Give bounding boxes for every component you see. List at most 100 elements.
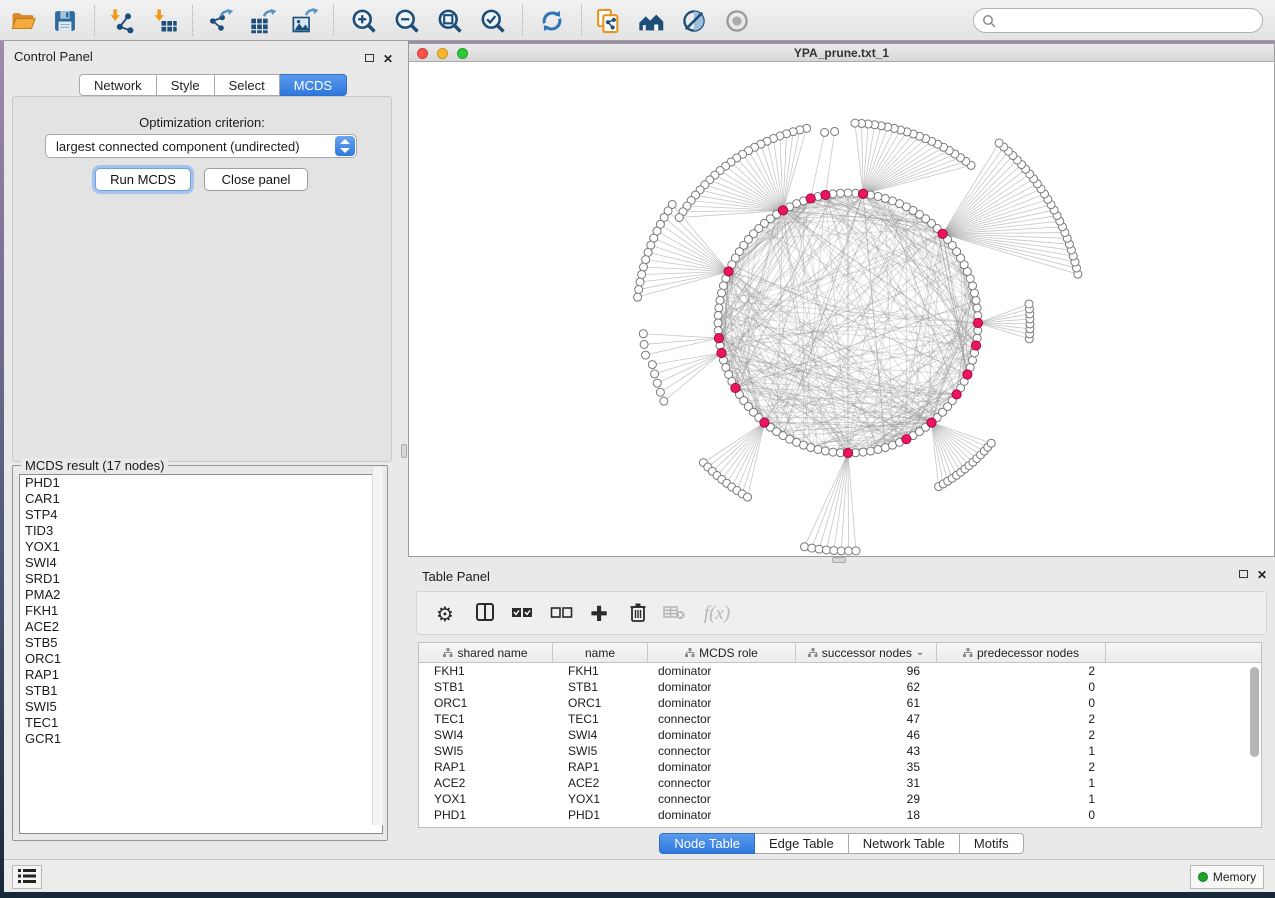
run-mcds-button[interactable]: Run MCDS xyxy=(95,168,191,191)
clone-network-button[interactable] xyxy=(593,6,623,36)
network-mcds-node[interactable] xyxy=(731,383,740,392)
network-leaf-node[interactable] xyxy=(651,370,659,378)
delete-column-button[interactable] xyxy=(622,598,654,630)
table-row[interactable]: SWI5SWI5connector431 xyxy=(419,743,1261,759)
zoom-out-button[interactable] xyxy=(392,6,422,36)
vertical-splitter[interactable] xyxy=(400,41,408,859)
network-leaf-node[interactable] xyxy=(642,256,650,264)
mcds-result-item[interactable]: FKH1 xyxy=(20,603,382,619)
select-all-button[interactable] xyxy=(507,598,539,630)
tab-node-table[interactable]: Node Table xyxy=(659,833,755,854)
network-node[interactable] xyxy=(836,189,844,197)
table-scrollbar[interactable] xyxy=(1250,667,1259,757)
export-network-button[interactable] xyxy=(206,6,236,36)
network-node[interactable] xyxy=(881,194,889,202)
tab-select[interactable]: Select xyxy=(215,74,280,96)
network-leaf-node[interactable] xyxy=(648,361,656,369)
network-leaf-node[interactable] xyxy=(638,270,646,278)
mcds-result-item[interactable]: PMA2 xyxy=(20,587,382,603)
import-network-button[interactable] xyxy=(106,6,136,36)
refresh-view-button[interactable] xyxy=(537,6,567,36)
column-header-shared-name[interactable]: shared name xyxy=(419,643,553,662)
float-panel-button[interactable] xyxy=(362,51,376,64)
network-leaf-node[interactable] xyxy=(660,397,668,405)
network-mcds-node[interactable] xyxy=(858,189,867,198)
network-node[interactable] xyxy=(859,448,867,456)
mcds-result-item[interactable]: ACE2 xyxy=(20,619,382,635)
network-leaf-node[interactable] xyxy=(1025,300,1033,308)
network-mcds-node[interactable] xyxy=(778,206,787,215)
mcds-result-item[interactable]: GCR1 xyxy=(20,731,382,747)
import-table-button[interactable] xyxy=(150,6,180,36)
memory-button[interactable]: Memory xyxy=(1190,865,1264,889)
network-node[interactable] xyxy=(970,289,978,297)
zoom-fit-button[interactable] xyxy=(435,6,465,36)
table-row[interactable]: YOX1YOX1connector291 xyxy=(419,791,1261,807)
table-row[interactable]: ORC1ORC1dominator610 xyxy=(419,695,1261,711)
network-node[interactable] xyxy=(829,448,837,456)
tab-network-table[interactable]: Network Table xyxy=(849,833,960,854)
mcds-result-item[interactable]: STB5 xyxy=(20,635,382,651)
network-leaf-node[interactable] xyxy=(837,547,845,555)
table-row[interactable]: PHD1PHD1dominator180 xyxy=(419,807,1261,823)
hide-graphics-details-button[interactable] xyxy=(679,6,709,36)
criterion-select[interactable]: largest connected component (undirected) xyxy=(45,134,357,158)
network-mcds-node[interactable] xyxy=(760,418,769,427)
open-file-button[interactable] xyxy=(8,6,38,36)
network-leaf-node[interactable] xyxy=(800,543,808,551)
table-row[interactable]: FKH1FKH1dominator962 xyxy=(419,663,1261,679)
mcds-result-item[interactable]: TID3 xyxy=(20,523,382,539)
network-mcds-node[interactable] xyxy=(938,229,947,238)
network-node[interactable] xyxy=(715,304,723,312)
mcds-result-item[interactable]: CAR1 xyxy=(20,491,382,507)
tab-network[interactable]: Network xyxy=(79,74,157,96)
column-header-successor-nodes[interactable]: successor nodes⌄ xyxy=(796,643,937,662)
network-node[interactable] xyxy=(807,444,815,452)
mcds-result-item[interactable]: SWI4 xyxy=(20,555,382,571)
network-canvas[interactable] xyxy=(409,62,1274,556)
mcds-result-item[interactable]: SRD1 xyxy=(20,571,382,587)
mcds-result-item[interactable]: PHD1 xyxy=(20,475,382,491)
show-columns-button[interactable] xyxy=(469,598,501,630)
network-leaf-node[interactable] xyxy=(644,248,652,256)
close-panel-button[interactable]: ✕ xyxy=(381,51,395,64)
network-mcds-node[interactable] xyxy=(927,418,936,427)
network-leaf-node[interactable] xyxy=(639,330,647,338)
table-row[interactable]: TEC1TEC1connector472 xyxy=(419,711,1261,727)
network-leaf-node[interactable] xyxy=(815,545,823,553)
tab-motifs[interactable]: Motifs xyxy=(960,833,1024,854)
column-header-name[interactable]: name xyxy=(553,643,648,662)
network-leaf-node[interactable] xyxy=(640,263,648,271)
column-header-predecessor-nodes[interactable]: predecessor nodes xyxy=(937,643,1106,662)
mcds-result-item[interactable]: SWI5 xyxy=(20,699,382,715)
network-node[interactable] xyxy=(969,356,977,364)
network-leaf-node[interactable] xyxy=(656,388,664,396)
network-node[interactable] xyxy=(874,445,882,453)
mcds-result-item[interactable]: STP4 xyxy=(20,507,382,523)
network-mcds-node[interactable] xyxy=(821,190,830,199)
close-table-panel-button[interactable]: ✕ xyxy=(1255,567,1269,580)
table-settings-button[interactable]: ⚙ xyxy=(429,598,461,630)
mcds-result-item[interactable]: ORC1 xyxy=(20,651,382,667)
splitter-handle[interactable] xyxy=(401,444,407,458)
network-leaf-node[interactable] xyxy=(636,278,644,286)
network-node[interactable] xyxy=(719,282,727,290)
network-leaf-node[interactable] xyxy=(634,293,642,301)
table-row[interactable]: SWI4SWI4dominator462 xyxy=(419,727,1261,743)
first-neighbors-button[interactable] xyxy=(636,6,666,36)
table-row[interactable]: RAP1RAP1dominator352 xyxy=(419,759,1261,775)
mcds-result-item[interactable]: STB1 xyxy=(20,683,382,699)
network-mcds-node[interactable] xyxy=(714,333,723,342)
zoom-in-button[interactable] xyxy=(349,6,379,36)
network-node[interactable] xyxy=(821,447,829,455)
network-leaf-node[interactable] xyxy=(845,547,853,555)
mcds-result-list[interactable]: PHD1CAR1STP4TID3YOX1SWI4SRD1PMA2FKH1ACE2… xyxy=(19,474,383,834)
network-leaf-node[interactable] xyxy=(821,128,829,136)
network-node[interactable] xyxy=(844,189,852,197)
column-header-MCDS-role[interactable]: MCDS role xyxy=(648,643,796,662)
table-row[interactable]: STB1STB1dominator620 xyxy=(419,679,1261,695)
mcds-list-scrollbar[interactable] xyxy=(372,467,383,825)
network-mcds-node[interactable] xyxy=(902,435,911,444)
network-node[interactable] xyxy=(716,296,724,304)
network-leaf-node[interactable] xyxy=(831,127,839,135)
